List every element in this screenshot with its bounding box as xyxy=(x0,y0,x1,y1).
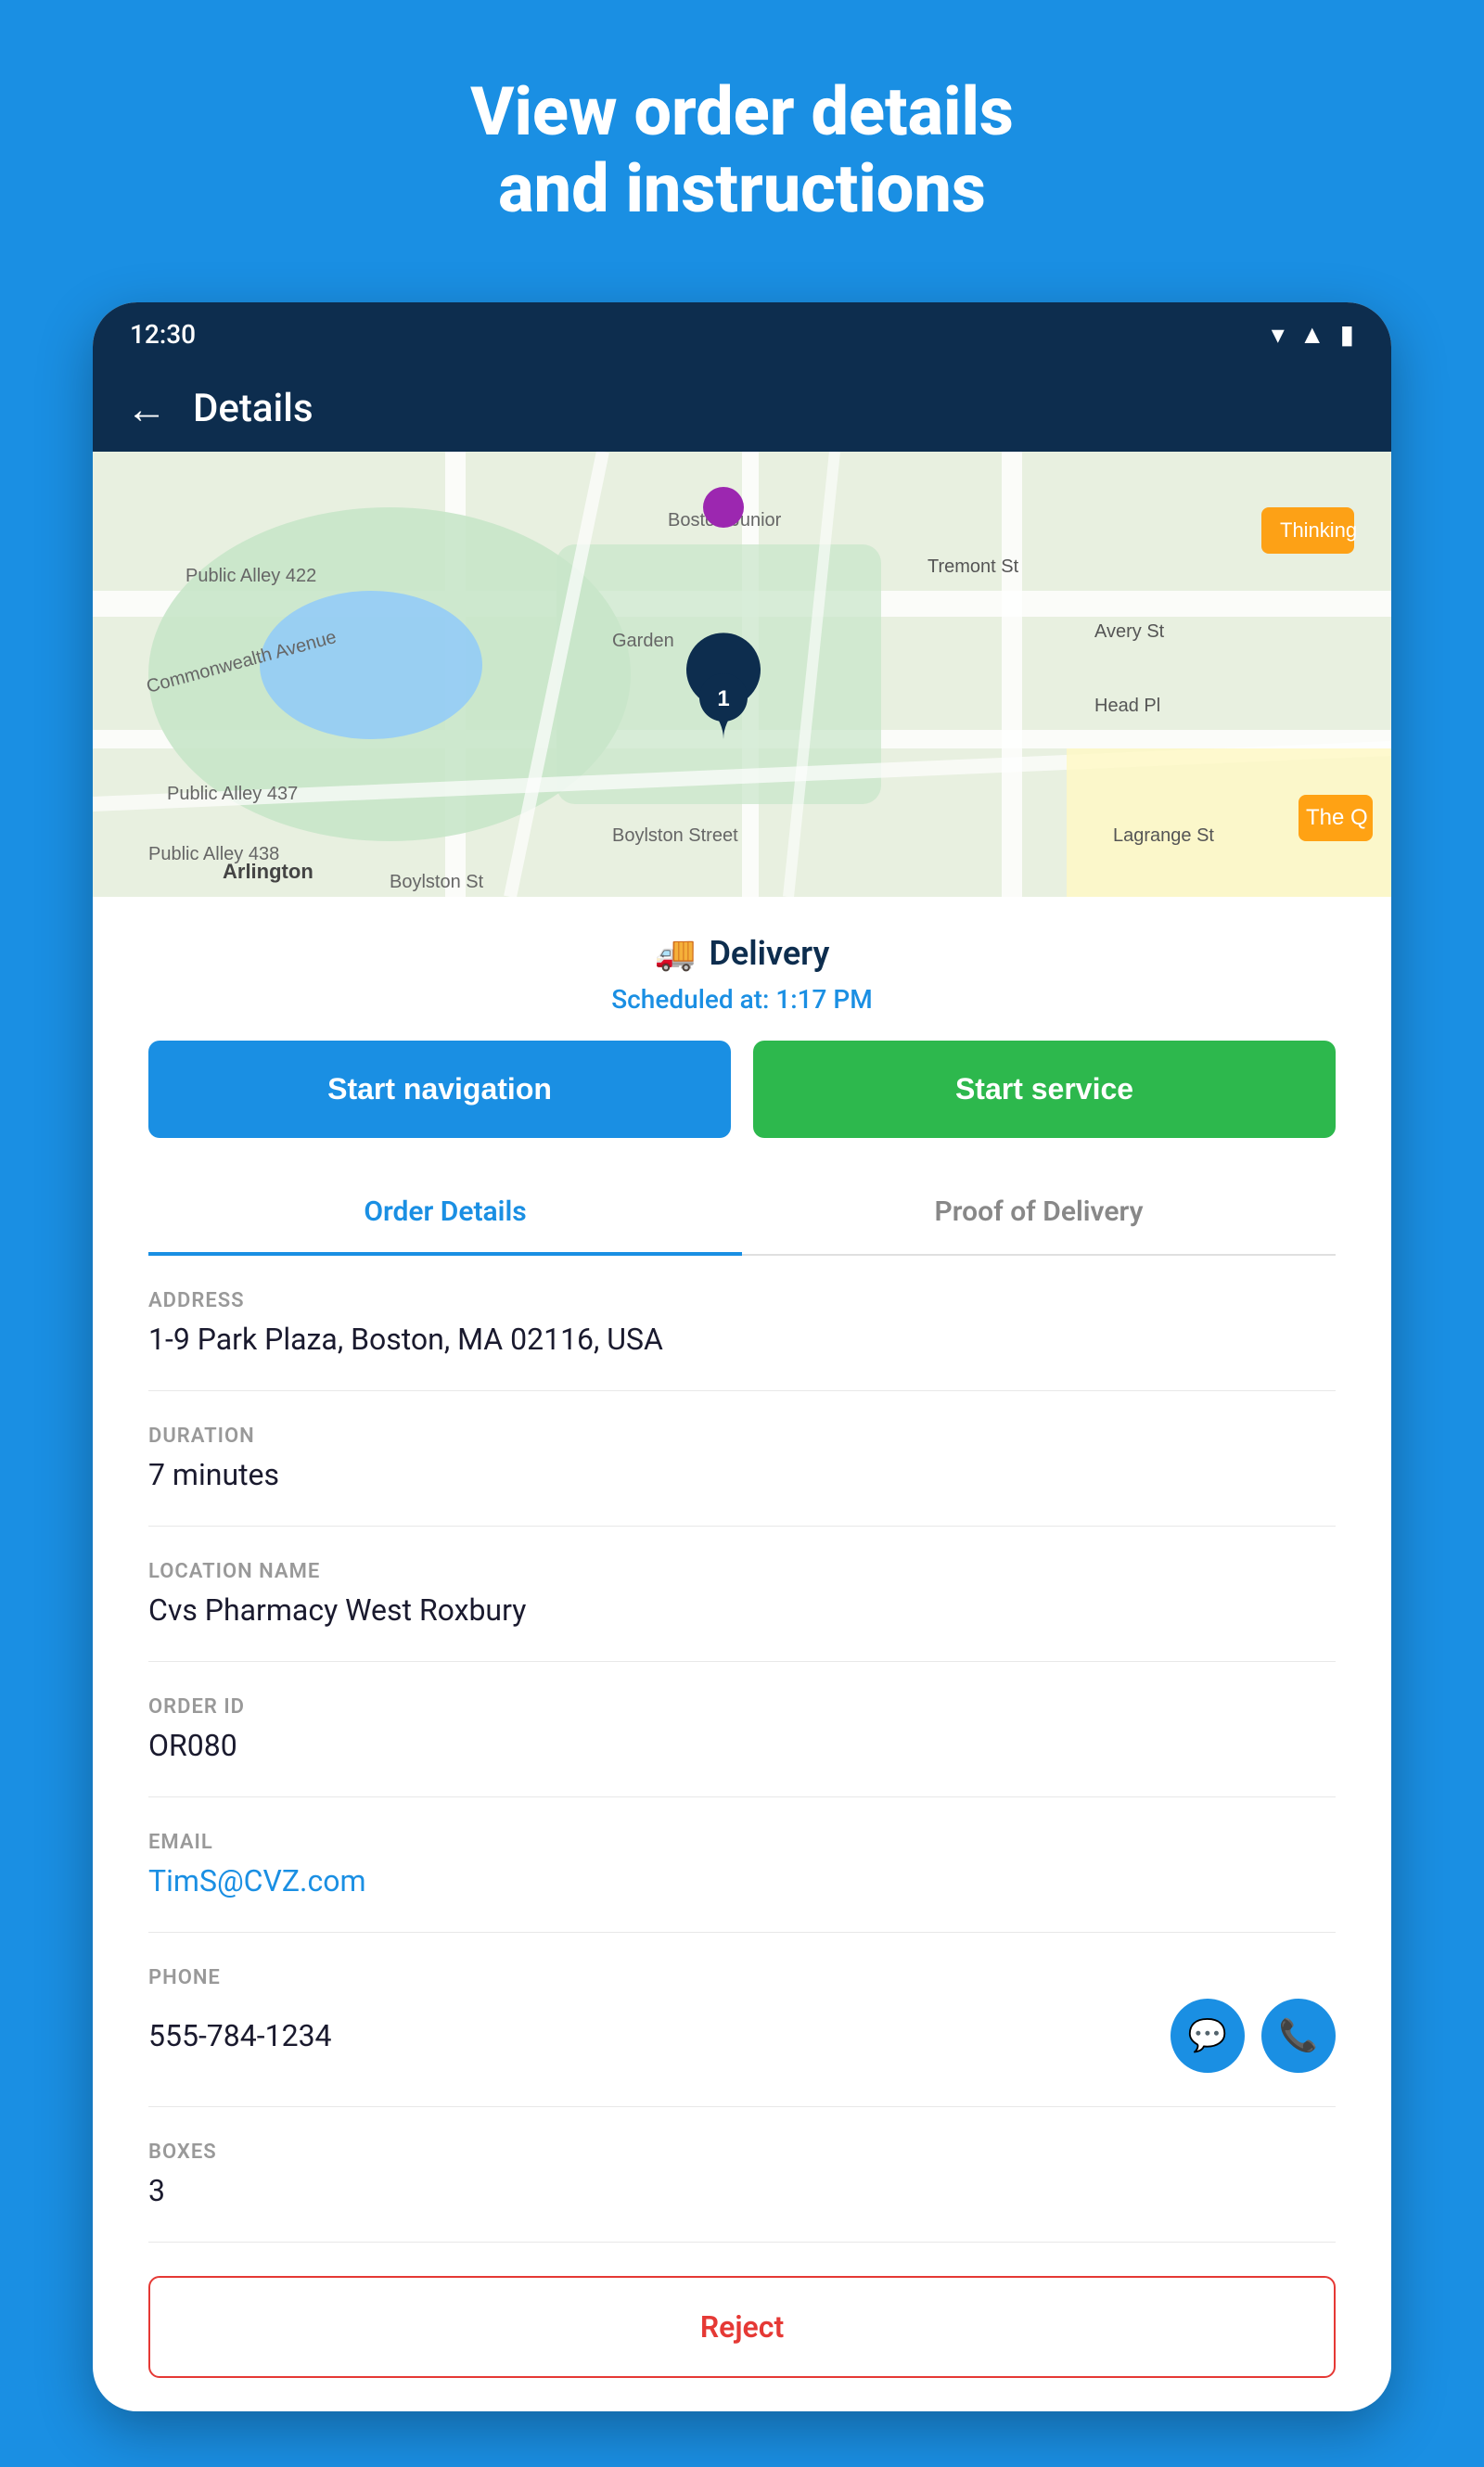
delivery-scheduled: Scheduled at: 1:17 PM xyxy=(611,984,873,1015)
device-frame: 12:30 ▾ ▲ ▮ ← Details xyxy=(93,302,1391,2411)
order-id-value: OR080 xyxy=(148,1728,1336,1763)
svg-text:Thinking: Thinking xyxy=(1280,518,1357,542)
boxes-row: BOXES 3 xyxy=(148,2107,1336,2243)
phone-content: 555-784-1234 💬 📞 xyxy=(148,1999,1336,2073)
status-bar: 12:30 ▾ ▲ ▮ xyxy=(93,302,1391,366)
status-icons: ▾ ▲ ▮ xyxy=(1272,319,1354,350)
email-row: EMAIL TimS@CVZ.com xyxy=(148,1797,1336,1933)
svg-text:Public Alley 437: Public Alley 437 xyxy=(167,784,298,804)
phone-row: PHONE 555-784-1234 💬 📞 xyxy=(148,1933,1336,2107)
boxes-value: 3 xyxy=(148,2173,1336,2208)
delivery-text: Delivery xyxy=(709,934,829,973)
sms-button[interactable]: 💬 xyxy=(1171,1999,1245,2073)
map-container: Public Alley 422 Commonwealth Avenue Pub… xyxy=(93,452,1391,897)
svg-text:Boylston Street: Boylston Street xyxy=(612,825,738,846)
order-id-label: ORDER ID xyxy=(148,1695,1336,1719)
delivery-info: 🚚 Delivery Scheduled at: 1:17 PM xyxy=(93,897,1391,1041)
svg-text:Arlington: Arlington xyxy=(223,860,313,883)
svg-text:Public Alley 422: Public Alley 422 xyxy=(186,566,316,586)
svg-text:Avery St: Avery St xyxy=(1094,621,1165,642)
svg-text:Tremont St: Tremont St xyxy=(928,556,1019,577)
start-service-button[interactable]: Start service xyxy=(753,1041,1336,1138)
svg-text:The Q: The Q xyxy=(1306,805,1368,830)
start-navigation-button[interactable]: Start navigation xyxy=(148,1041,731,1138)
svg-text:Boylston St: Boylston St xyxy=(390,872,484,892)
battery-icon: ▮ xyxy=(1340,319,1354,350)
phone-label: PHONE xyxy=(148,1966,1336,1989)
status-time: 12:30 xyxy=(130,319,196,350)
page-title: View order details and instructions xyxy=(377,74,1107,228)
action-buttons: Start navigation Start service xyxy=(93,1041,1391,1171)
back-button[interactable]: ← xyxy=(126,385,167,433)
tab-proof-of-delivery[interactable]: Proof of Delivery xyxy=(742,1171,1336,1256)
phone-actions: 💬 📞 xyxy=(1171,1999,1336,2073)
svg-text:Lagrange St: Lagrange St xyxy=(1113,825,1214,846)
svg-text:Head Pl: Head Pl xyxy=(1094,696,1160,716)
signal-icon: ▲ xyxy=(1299,319,1325,350)
tab-order-details[interactable]: Order Details xyxy=(148,1171,742,1256)
nav-bar: ← Details xyxy=(93,366,1391,452)
location-name-value: Cvs Pharmacy West Roxbury xyxy=(148,1592,1336,1628)
nav-title: Details xyxy=(193,386,313,431)
delivery-label: 🚚 Delivery xyxy=(655,934,830,973)
call-button[interactable]: 📞 xyxy=(1261,1999,1336,2073)
duration-row: DURATION 7 minutes xyxy=(148,1391,1336,1527)
phone-value: 555-784-1234 xyxy=(148,2018,332,2053)
duration-label: DURATION xyxy=(148,1425,1336,1448)
duration-value: 7 minutes xyxy=(148,1457,1336,1492)
email-value[interactable]: TimS@CVZ.com xyxy=(148,1863,1336,1898)
wifi-icon: ▾ xyxy=(1272,319,1285,350)
reject-button[interactable]: Reject xyxy=(148,2276,1336,2378)
tabs: Order Details Proof of Delivery xyxy=(148,1171,1336,1256)
address-value: 1-9 Park Plaza, Boston, MA 02116, USA xyxy=(148,1322,1336,1357)
order-id-row: ORDER ID OR080 xyxy=(148,1662,1336,1797)
address-row: ADDRESS 1-9 Park Plaza, Boston, MA 02116… xyxy=(148,1256,1336,1391)
address-label: ADDRESS xyxy=(148,1289,1336,1312)
details-section: ADDRESS 1-9 Park Plaza, Boston, MA 02116… xyxy=(93,1256,1391,2243)
svg-text:Garden: Garden xyxy=(612,631,674,651)
email-label: EMAIL xyxy=(148,1831,1336,1854)
svg-text:1: 1 xyxy=(717,686,729,711)
boxes-label: BOXES xyxy=(148,2141,1336,2164)
location-name-label: LOCATION NAME xyxy=(148,1560,1336,1583)
delivery-icon: 🚚 xyxy=(655,934,697,973)
location-name-row: LOCATION NAME Cvs Pharmacy West Roxbury xyxy=(148,1527,1336,1662)
